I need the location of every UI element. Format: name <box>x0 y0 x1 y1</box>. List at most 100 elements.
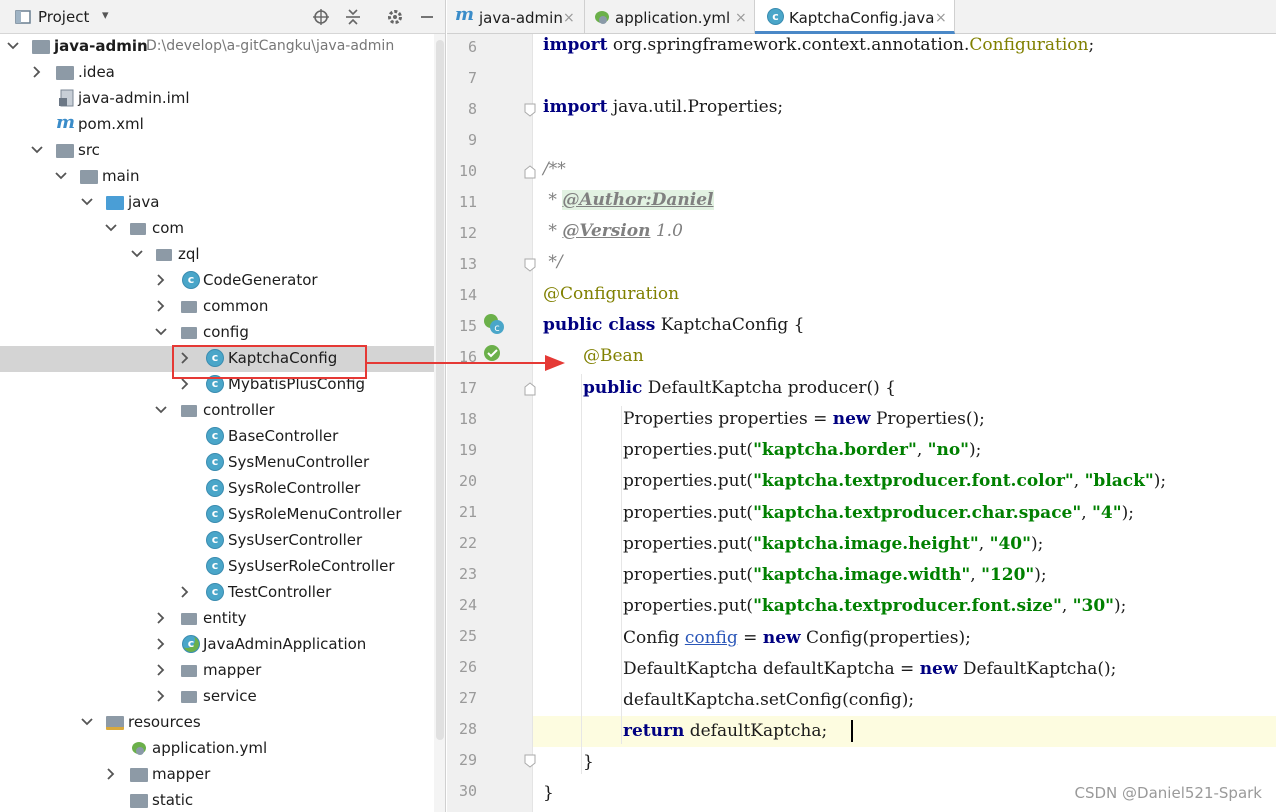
chevron-right-icon[interactable] <box>178 585 192 599</box>
project-panel-title[interactable]: Project <box>38 8 89 26</box>
chevron-down-icon[interactable] <box>6 39 20 53</box>
tree-item-static[interactable]: static <box>0 788 434 812</box>
tree-item-main[interactable]: main <box>0 164 434 190</box>
code-line-14: @Configuration <box>543 284 680 304</box>
tree-item-sysrolemenucontroller[interactable]: c SysRoleMenuController <box>0 502 434 528</box>
tree-item-java-admin[interactable]: java-admin D:\develop\a-gitCangku\java-a… <box>0 34 434 60</box>
close-icon[interactable]: × <box>563 10 575 26</box>
tab-kaptchaconfig-java[interactable]: c KaptchaConfig.java × <box>755 0 955 34</box>
tree-item-codegenerator[interactable]: c CodeGenerator <box>0 268 434 294</box>
tree-item-resources[interactable]: resources <box>0 710 434 736</box>
tab-label: KaptchaConfig.java <box>789 9 935 27</box>
chevron-right-icon[interactable] <box>154 689 168 703</box>
chevron-down-icon[interactable]: ▾ <box>102 8 109 23</box>
code-area[interactable]: import org.springframework.context.annot… <box>533 34 1276 812</box>
tree-item-application-yml[interactable]: application.yml <box>0 736 434 762</box>
tree-item-label: service <box>203 687 257 705</box>
spring-leaf-icon <box>595 11 609 24</box>
chevron-down-icon[interactable] <box>80 195 94 209</box>
tree-item-sysmenucontroller[interactable]: c SysMenuController <box>0 450 434 476</box>
chevron-down-icon[interactable] <box>80 715 94 729</box>
code-line-24: properties.put("kaptcha.textproducer.fon… <box>623 596 1127 616</box>
tree-item-label: TestController <box>228 583 332 601</box>
line-number: 15 <box>458 317 477 335</box>
line-number: 30 <box>458 782 477 800</box>
tree-item-label: application.yml <box>152 739 268 757</box>
chevron-down-icon[interactable] <box>54 169 68 183</box>
line-number: 29 <box>458 751 477 769</box>
tree-item-basecontroller[interactable]: c BaseController <box>0 424 434 450</box>
chevron-down-icon[interactable] <box>104 221 118 235</box>
line-number: 22 <box>458 534 477 552</box>
bean-method-gutter-icon[interactable] <box>483 344 505 366</box>
tree-item-com[interactable]: com <box>0 216 434 242</box>
tree-item-label: SysMenuController <box>228 453 370 471</box>
tree-item-javaadminapplication[interactable]: c JavaAdminApplication <box>0 632 434 658</box>
bean-class-gutter-icon[interactable]: c <box>483 313 505 335</box>
tree-item-sysrolecontroller[interactable]: c SysRoleController <box>0 476 434 502</box>
folder-icon <box>80 170 98 184</box>
tree-item-label: resources <box>128 713 201 731</box>
tree-item-src[interactable]: src <box>0 138 434 164</box>
watermark: CSDN @Daniel521-Spark <box>1074 784 1262 802</box>
chevron-right-icon[interactable] <box>154 663 168 677</box>
tree-item-zql[interactable]: zql <box>0 242 434 268</box>
chevron-right-icon[interactable] <box>154 637 168 651</box>
folder-icon <box>130 794 148 808</box>
project-view-icon <box>15 10 31 24</box>
tree-item-config[interactable]: config <box>0 320 434 346</box>
tree-item-mapper[interactable]: mapper <box>0 658 434 684</box>
target-icon[interactable] <box>312 8 330 26</box>
code-line-19: properties.put("kaptcha.border", "no"); <box>623 440 982 460</box>
scrollbar-thumb[interactable] <box>436 40 444 740</box>
close-icon[interactable]: × <box>935 10 947 26</box>
tree-item-java[interactable]: java <box>0 190 434 216</box>
chevron-down-icon[interactable] <box>154 403 168 417</box>
class-icon: c <box>182 271 200 289</box>
gear-icon[interactable] <box>386 8 404 26</box>
close-icon[interactable]: × <box>735 10 747 26</box>
tree-item-service[interactable]: service <box>0 684 434 710</box>
chevron-right-icon[interactable] <box>104 767 118 781</box>
tab-application-yml[interactable]: application.yml × <box>585 0 755 34</box>
spring-class-icon: c <box>182 635 200 653</box>
code-line-25: Config config = new Config(properties); <box>623 628 971 648</box>
tree-item-sysusercontroller[interactable]: c SysUserController <box>0 528 434 554</box>
tree-item-controller[interactable]: controller <box>0 398 434 424</box>
class-icon: c <box>206 557 224 575</box>
tree-item-entity[interactable]: entity <box>0 606 434 632</box>
tab-label: java-admin <box>479 9 563 27</box>
tree-item-label: SysRoleMenuController <box>228 505 402 523</box>
chevron-right-icon[interactable] <box>154 273 168 287</box>
line-number: 12 <box>458 224 477 242</box>
tree-item-resources-mapper[interactable]: mapper <box>0 762 434 788</box>
tree-item-idea[interactable]: .idea <box>0 60 434 86</box>
chevron-right-icon[interactable] <box>30 65 44 79</box>
tree-item-pom[interactable]: m pom.xml <box>0 112 434 138</box>
line-number: 16 <box>458 348 477 366</box>
chevron-down-icon[interactable] <box>30 143 44 157</box>
collapse-all-icon[interactable] <box>344 8 362 26</box>
line-number: 21 <box>458 503 477 521</box>
tab-java-admin[interactable]: m java-admin × <box>447 0 585 34</box>
code-line-17: public DefaultKaptcha producer() { <box>583 378 896 398</box>
package-icon <box>181 327 197 339</box>
minimize-icon[interactable] <box>418 8 436 26</box>
tree-item-testcontroller[interactable]: c TestController <box>0 580 434 606</box>
line-number: 7 <box>467 69 477 87</box>
code-line-13: */ <box>543 252 563 272</box>
chevron-down-icon[interactable] <box>154 325 168 339</box>
chevron-right-icon[interactable] <box>154 299 168 313</box>
chevron-right-icon[interactable] <box>178 377 192 391</box>
tree-item-common[interactable]: common <box>0 294 434 320</box>
code-line-28: return defaultKaptcha; <box>623 721 828 741</box>
chevron-down-icon[interactable] <box>130 247 144 261</box>
chevron-right-icon[interactable] <box>154 611 168 625</box>
tree-item-iml[interactable]: java-admin.iml <box>0 86 434 112</box>
tree-item-label: java-admin <box>54 37 148 55</box>
folder-icon <box>130 768 148 782</box>
tree-item-label: JavaAdminApplication <box>203 635 367 653</box>
package-icon <box>156 249 172 261</box>
tree-item-sysuserrolecontroller[interactable]: c SysUserRoleController <box>0 554 434 580</box>
tree-scrollbar[interactable] <box>434 34 445 812</box>
